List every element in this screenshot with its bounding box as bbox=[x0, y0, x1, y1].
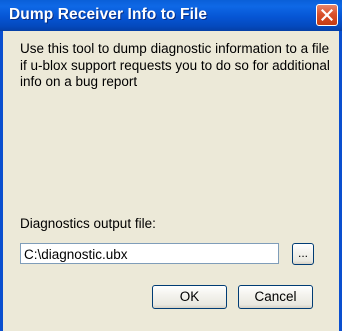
browse-button[interactable]: ... bbox=[292, 243, 314, 265]
output-file-input[interactable] bbox=[20, 243, 279, 264]
dialog-window: Dump Receiver Info to File Use this tool… bbox=[0, 0, 342, 331]
window-title: Dump Receiver Info to File bbox=[9, 6, 208, 23]
window-frame-left bbox=[0, 31, 3, 331]
close-icon bbox=[321, 9, 333, 21]
title-bar[interactable]: Dump Receiver Info to File bbox=[0, 0, 342, 31]
ok-button[interactable]: OK bbox=[152, 285, 227, 309]
output-file-label: Diagnostics output file: bbox=[20, 216, 156, 231]
cancel-button[interactable]: Cancel bbox=[238, 285, 313, 309]
description-text: Use this tool to dump diagnostic informa… bbox=[20, 41, 330, 89]
close-button[interactable] bbox=[316, 4, 338, 26]
